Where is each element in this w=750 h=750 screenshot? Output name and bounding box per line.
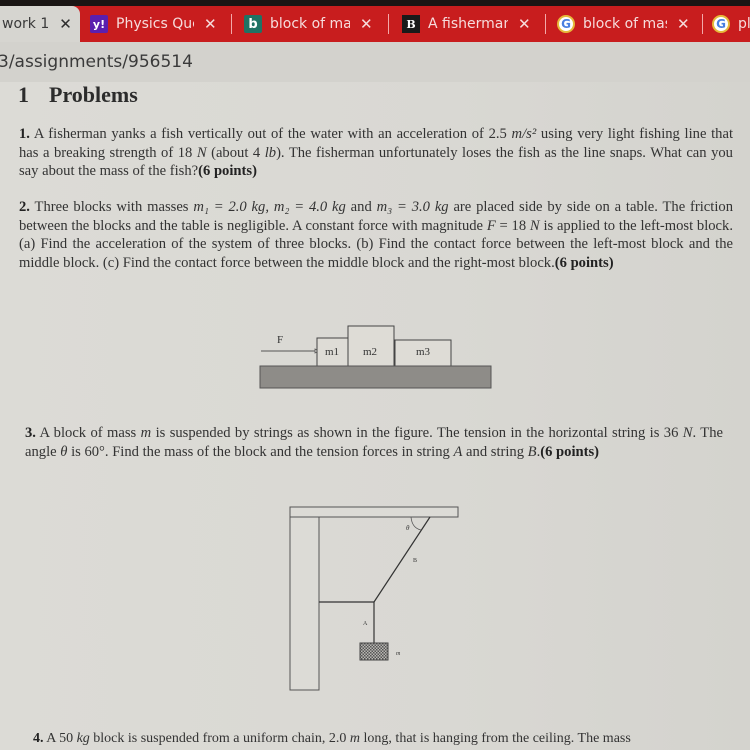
points-label: (6 points) — [554, 254, 614, 271]
tab-label: work 1 — [2, 16, 50, 32]
problem-number: 1. — [19, 126, 30, 142]
block-label-m2: m2 — [363, 346, 377, 358]
wall-post — [289, 516, 320, 691]
force-label: F — [277, 334, 283, 346]
block-label-m3: m3 — [416, 346, 431, 358]
hanging-mass-block — [359, 642, 389, 661]
close-icon[interactable]: ✕ — [59, 15, 72, 33]
problem-text: is 60°. Find the mass of the block and t… — [67, 443, 454, 460]
problem-text: and — [345, 199, 377, 215]
tab-google-partial[interactable]: G pl — [712, 6, 750, 42]
table-surface — [259, 365, 492, 389]
problem-2: 2. Three blocks with masses m₁ = 2.0 kg,… — [19, 198, 733, 272]
close-icon[interactable]: ✕ — [360, 15, 373, 33]
angle-arc — [410, 516, 422, 531]
tab-label: Physics Ques — [116, 16, 194, 32]
problem-text: long, that is hanging from the ceiling. … — [360, 731, 631, 746]
ceiling-beam — [289, 506, 459, 518]
tab-separator — [702, 14, 703, 34]
brainly-icon: B — [402, 15, 420, 33]
problem-3: 3. A block of mass m is suspended by str… — [25, 424, 723, 461]
math-units: lb — [264, 144, 277, 161]
tab-block-of-mass-google[interactable]: G block of mas ✕ — [557, 6, 697, 42]
string-label-a: A — [363, 621, 368, 627]
math-expression: m₃ = 3.0 kg — [376, 199, 449, 215]
close-icon[interactable]: ✕ — [204, 15, 217, 33]
url-text[interactable]: 3/assignments/956514 — [0, 52, 193, 72]
problem-number: 4. — [33, 731, 44, 746]
problem-text: block is suspended from a uniform chain,… — [89, 731, 350, 746]
problem-text: and string — [462, 443, 528, 460]
address-bar[interactable]: 3/assignments/956514 — [0, 42, 750, 82]
yahoo-icon: y! — [90, 15, 108, 33]
tab-strip: work 1 ✕ y! Physics Ques ✕ b block of ma… — [0, 6, 750, 42]
tab-label: block of mas — [583, 16, 667, 32]
bing-icon: b — [244, 15, 262, 33]
math-units: N — [682, 425, 693, 441]
angle-label: θ — [406, 524, 410, 532]
problem-text: A fisherman yanks a fish vertically out … — [33, 126, 512, 142]
mass-label: m — [396, 651, 401, 657]
tab-physics-questions[interactable]: y! Physics Ques ✕ — [86, 6, 230, 42]
problem-text: A 50 — [46, 731, 77, 746]
section-title: Problems — [49, 82, 138, 107]
three-blocks-figure: F m1 m2 m3 — [259, 325, 492, 389]
points-label: (6 points) — [540, 443, 600, 460]
math-symbol: F — [486, 217, 496, 234]
tab-separator — [545, 14, 546, 34]
problem-text: Three blocks with masses — [34, 199, 194, 215]
string-label-b: B — [413, 558, 417, 564]
math-units: m — [349, 731, 361, 746]
section-number: 1 — [18, 82, 29, 107]
google-icon: G — [712, 15, 730, 33]
close-icon[interactable]: ✕ — [518, 15, 531, 33]
points-label: (6 points) — [198, 163, 257, 179]
math-units: kg — [76, 731, 90, 746]
tab-a-fisherman[interactable]: B A fisherman ✕ — [402, 6, 538, 42]
tab-block-of-mass-bing[interactable]: b block of mas ✕ — [244, 6, 380, 42]
tab-label: pl — [738, 16, 750, 32]
problem-number: 3. — [25, 425, 36, 441]
math-symbol: B — [527, 443, 537, 460]
string-b — [373, 516, 431, 603]
math-symbol: m — [140, 425, 152, 441]
math-units: N — [529, 217, 540, 234]
suspended-block-figure: θ B A m — [289, 506, 459, 691]
tab-label: A fisherman — [428, 16, 508, 32]
tab-homework[interactable]: work 1 ✕ — [0, 6, 80, 42]
tab-separator — [231, 14, 232, 34]
google-icon: G — [557, 15, 575, 33]
close-icon[interactable]: ✕ — [677, 15, 690, 33]
tab-separator — [388, 14, 389, 34]
problem-1: 1. A fisherman yanks a fish vertically o… — [19, 125, 733, 181]
problem-text: A block of mass — [39, 425, 141, 441]
math-units: N — [196, 144, 207, 161]
problem-number: 2. — [19, 199, 30, 215]
problem-text: = 18 — [495, 217, 530, 234]
problem-text: (about 4 — [206, 144, 265, 161]
problem-text: is suspended by strings as shown in the … — [151, 425, 683, 441]
assignment-document: 1 Problems 1. A fisherman yanks a fish ve… — [0, 82, 750, 750]
tab-label: block of mas — [270, 16, 350, 32]
problem-4: 4. A 50 kg block is suspended from a uni… — [33, 730, 723, 749]
math-expression: m₁ = 2.0 kg, m₂ = 4.0 kg — [193, 199, 346, 215]
section-heading: 1 Problems — [18, 82, 138, 108]
block-label-m1: m1 — [325, 346, 339, 358]
math-units: m/s² — [511, 126, 537, 142]
